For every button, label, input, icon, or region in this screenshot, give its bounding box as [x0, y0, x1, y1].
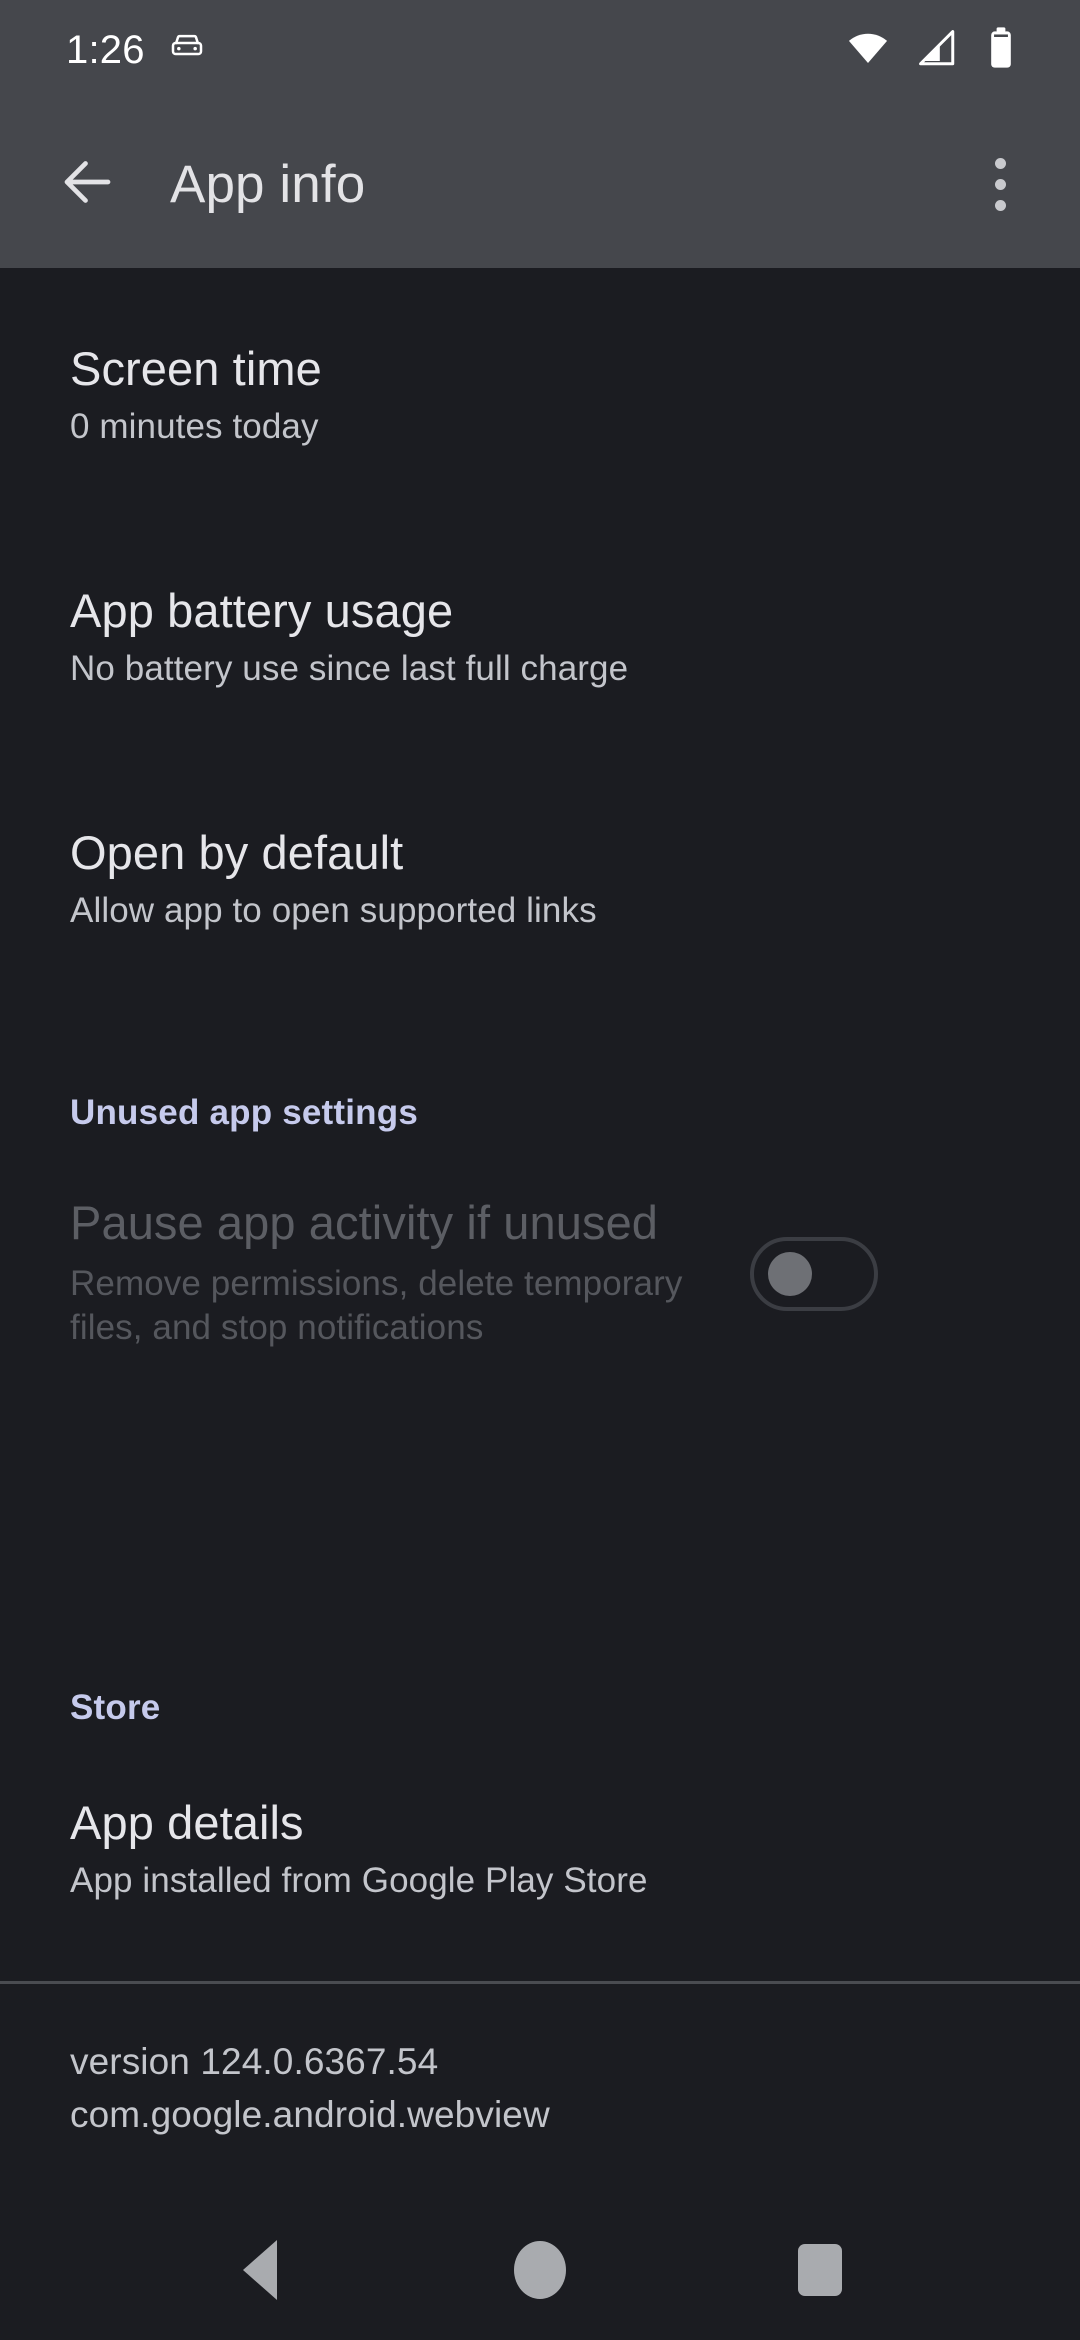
section-header-unused-app-settings: Unused app settings: [70, 1093, 419, 1132]
overflow-menu-icon-dot3: [994, 199, 1006, 211]
back-arrow-icon: [58, 152, 118, 217]
pause-app-activity-text: Pause app activity if unused Remove perm…: [70, 1196, 710, 1351]
pref-title-open-by-default: Open by default: [70, 826, 404, 879]
nav-recents-icon: [798, 2244, 842, 2296]
pref-summary-app-details: App installed from Google Play Store: [70, 1860, 648, 1900]
overflow-menu-button[interactable]: [962, 142, 1038, 226]
battery-full-icon: [984, 26, 1018, 75]
section-header-store: Store: [70, 1688, 161, 1727]
pause-app-activity-toggle[interactable]: [750, 1236, 878, 1311]
pref-row-open-by-default[interactable]: Open by default Allow app to open suppor…: [0, 826, 1080, 933]
pref-row-screen-time[interactable]: Screen time 0 minutes today: [0, 342, 1080, 449]
toggle-thumb: [768, 1251, 812, 1296]
pref-row-app-details[interactable]: App details App installed from Google Pl…: [0, 1796, 1080, 1903]
footer-divider: [0, 1981, 1080, 1984]
navigation-bar: [0, 2200, 1080, 2340]
cellular-signal-icon: [916, 27, 958, 74]
app-version-footer: version 124.0.6367.54 com.google.android…: [0, 2036, 1080, 2141]
app-version-text: version 124.0.6367.54: [70, 2041, 439, 2082]
pref-row-app-battery-usage[interactable]: App battery usage No battery use since l…: [0, 584, 1080, 691]
nav-home-button[interactable]: [480, 2210, 600, 2330]
pref-title-app-battery-usage: App battery usage: [70, 584, 454, 637]
status-clock: 1:26: [66, 28, 145, 72]
wifi-icon: [846, 26, 890, 75]
status-bar-left: 1:26: [66, 28, 207, 73]
pref-summary-app-battery-usage: No battery use since last full charge: [70, 648, 629, 688]
nav-recents-button[interactable]: [760, 2210, 880, 2330]
overflow-menu-icon-dot2: [994, 178, 1006, 190]
pref-summary-open-by-default: Allow app to open supported links: [70, 890, 597, 930]
app-bar: App info: [0, 100, 1080, 268]
status-bar-right: [846, 26, 1040, 75]
back-button[interactable]: [50, 146, 126, 222]
app-info-screen: 1:26 App info Screen time 0 minutes toda…: [0, 0, 1080, 2340]
pref-title-screen-time: Screen time: [70, 342, 322, 395]
app-package-text: com.google.android.webview: [70, 2093, 550, 2135]
pref-title-app-details: App details: [70, 1796, 304, 1849]
car-icon: [167, 28, 207, 73]
nav-home-icon: [514, 2241, 566, 2299]
status-bar: 1:26: [0, 0, 1080, 100]
settings-content: Screen time 0 minutes today App battery …: [0, 268, 1080, 2200]
nav-back-button[interactable]: [200, 2210, 320, 2330]
pref-summary-pause-app-activity: Remove permissions, delete temporary fil…: [70, 1263, 683, 1348]
overflow-menu-icon: [994, 157, 1006, 169]
pref-summary-screen-time: 0 minutes today: [70, 406, 319, 446]
pref-row-pause-app-activity[interactable]: Pause app activity if unused Remove perm…: [0, 1196, 1080, 1351]
pref-title-pause-app-activity: Pause app activity if unused: [70, 1196, 659, 1249]
nav-back-icon: [243, 2240, 277, 2300]
page-title: App info: [170, 154, 366, 214]
